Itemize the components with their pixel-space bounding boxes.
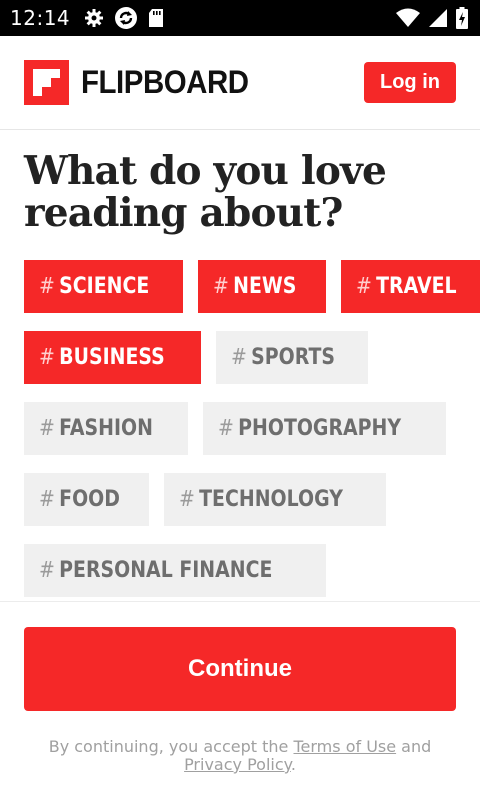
- topic-label: PERSONAL FINANCE: [59, 558, 273, 583]
- status-bar: 12:14: [0, 0, 480, 36]
- hash-icon: #: [39, 274, 55, 299]
- topic-chip-news[interactable]: # NEWS: [198, 260, 327, 313]
- topic-label: BUSINESS: [59, 345, 165, 370]
- status-time: 12:14: [10, 6, 71, 30]
- topic-label: FASHION: [59, 416, 153, 441]
- topic-label: SPORTS: [251, 345, 336, 370]
- topic-row: # PERSONAL FINANCE: [24, 544, 464, 597]
- hash-icon: #: [217, 416, 234, 441]
- sync-icon: [114, 6, 138, 30]
- terms-of-use-link[interactable]: Terms of Use: [293, 737, 396, 756]
- topic-chip-travel[interactable]: # TRAVEL: [341, 260, 480, 313]
- hash-icon: #: [231, 345, 248, 370]
- brand-name: FLIPBOARD: [81, 64, 249, 100]
- topic-label: TECHNOLOGY: [199, 487, 344, 512]
- topic-row: # SCIENCE # NEWS # TRAVEL: [24, 260, 480, 313]
- privacy-policy-link[interactable]: Privacy Policy: [184, 755, 291, 774]
- page-title: What do you love reading about?: [24, 148, 387, 236]
- continue-button[interactable]: Continue: [24, 627, 456, 711]
- topic-row: # FOOD # TECHNOLOGY: [24, 473, 464, 526]
- sd-card-icon: [148, 8, 164, 28]
- topic-row: # FASHION # PHOTOGRAPHY: [24, 402, 464, 455]
- topic-chip-business[interactable]: # BUSINESS: [24, 331, 202, 384]
- hash-icon: #: [356, 274, 373, 299]
- legal-text: By continuing, you accept the Terms of U…: [48, 737, 432, 774]
- battery-icon: [456, 7, 468, 29]
- topic-label: NEWS: [233, 274, 297, 299]
- hash-icon: #: [39, 487, 55, 512]
- topic-label: FOOD: [59, 487, 120, 512]
- signal-icon: [428, 8, 448, 28]
- hash-icon: #: [39, 558, 55, 583]
- app-header: FLIPBOARD Log in: [0, 36, 480, 130]
- topic-chip-fashion[interactable]: # FASHION: [24, 402, 188, 455]
- footer: Continue By continuing, you accept the T…: [0, 601, 480, 800]
- hash-icon: #: [179, 487, 195, 512]
- wifi-icon: [396, 8, 420, 28]
- status-right-icons: [396, 7, 468, 29]
- login-button[interactable]: Log in: [364, 62, 456, 103]
- hash-icon: #: [39, 416, 55, 441]
- topic-list: # SCIENCE # NEWS # TRAVEL # BUSINESS # SPORTS…: [24, 260, 480, 615]
- topic-label: TRAVEL: [376, 274, 457, 299]
- hash-icon: #: [213, 274, 230, 299]
- hash-icon: #: [39, 345, 55, 370]
- topic-chip-technology[interactable]: # TECHNOLOGY: [164, 473, 386, 526]
- brand[interactable]: FLIPBOARD: [24, 60, 263, 105]
- topic-chip-sports[interactable]: # SPORTS: [216, 331, 369, 384]
- topic-chip-personal-finance[interactable]: # PERSONAL FINANCE: [24, 544, 327, 597]
- topic-row: # BUSINESS # SPORTS: [24, 331, 464, 384]
- topic-chip-photography[interactable]: # PHOTOGRAPHY: [202, 402, 447, 455]
- topic-label: SCIENCE: [59, 274, 150, 299]
- flipboard-logo-icon: [24, 60, 69, 105]
- gear-icon: [84, 8, 104, 28]
- topic-label: PHOTOGRAPHY: [237, 416, 401, 441]
- status-left-icons: [84, 6, 164, 30]
- topic-chip-science[interactable]: # SCIENCE: [24, 260, 184, 313]
- topic-chip-food[interactable]: # FOOD: [24, 473, 150, 526]
